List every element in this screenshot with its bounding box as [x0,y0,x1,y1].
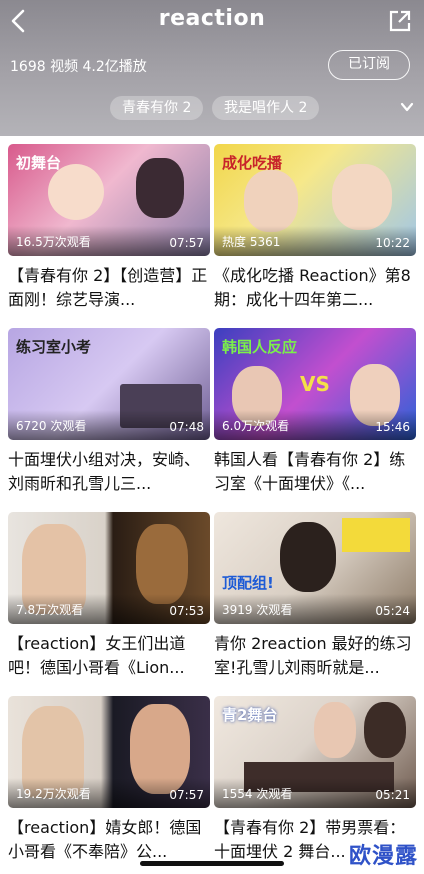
topic-stats: 1698 视频 4.2亿播放 [10,59,147,75]
topic-header: reaction 1698 视频 4.2亿播放 已订阅 青春有你 2 我是唱作人… [0,0,424,136]
chip-related-topic[interactable]: 我是唱作人 2 [212,96,320,120]
duration: 05:21 [375,788,410,802]
video-title[interactable]: 【reaction】女王们出道吧！德国小哥看《Lion... [8,632,210,680]
duration: 15:46 [375,420,410,434]
view-count: 7.8万次观看 [16,603,84,617]
view-count: 热度 5361 [222,235,281,249]
video-card[interactable]: 顶配组! 3919 次观看 05:24 青你 2reaction 最好的练习室!… [214,512,416,680]
video-card[interactable]: 7.8万次观看 07:53 【reaction】女王们出道吧！德国小哥看《Lio… [8,512,210,680]
duration: 07:48 [169,420,204,434]
view-count: 6720 次观看 [16,419,87,433]
video-card[interactable]: 初舞台 16.5万次观看 07:57 【青春有你 2】【创造营】正面刚！综艺导演… [8,144,210,312]
video-thumbnail[interactable]: 成化吃播 热度 5361 10:22 [214,144,416,256]
duration: 05:24 [375,604,410,618]
page-title: reaction [158,6,266,31]
home-indicator[interactable] [140,861,284,866]
thumbnail-caption: 韩国人反应 [222,338,298,356]
view-count: 3919 次观看 [222,603,293,617]
related-chips: 青春有你 2 我是唱作人 2 [0,96,424,120]
thumbnail-caption: 初舞台 [16,154,62,172]
thumbnail-caption: 练习室小考 [16,338,92,356]
subscribe-button[interactable]: 已订阅 [328,50,410,80]
video-thumbnail[interactable]: 顶配组! 3919 次观看 05:24 [214,512,416,624]
video-thumbnail[interactable]: 7.8万次观看 07:53 [8,512,210,624]
video-thumbnail[interactable]: 19.2万次观看 07:57 [8,696,210,808]
video-thumbnail[interactable]: VS 韩国人反应 6.0万次观看 15:46 [214,328,416,440]
video-card[interactable]: VS 韩国人反应 6.0万次观看 15:46 韩国人看【青春有你 2】练习室《十… [214,328,416,496]
watermark: 欧漫露 [348,844,418,869]
duration: 07:57 [169,236,204,250]
video-title[interactable]: 韩国人看【青春有你 2】练习室《十面埋伏》《... [214,448,416,496]
view-count: 19.2万次观看 [16,787,91,801]
thumbnail-banner [342,518,410,552]
video-title[interactable]: 十面埋伏小组对决，安崎、刘雨昕和孔雪儿三... [8,448,210,496]
view-count: 16.5万次观看 [16,235,91,249]
thumbnail-caption: 成化吃播 [222,154,283,172]
video-card[interactable]: 19.2万次观看 07:57 【reaction】婧女郎！德国小哥看《不奉陪》公… [8,696,210,864]
video-thumbnail[interactable]: 练习室小考 6720 次观看 07:48 [8,328,210,440]
video-thumbnail[interactable]: 青2舞台 1554 次观看 05:21 [214,696,416,808]
thumbnail-caption: 青2舞台 [222,706,278,724]
view-count: 6.0万次观看 [222,419,290,433]
duration: 10:22 [375,236,410,250]
video-card[interactable]: 练习室小考 6720 次观看 07:48 十面埋伏小组对决，安崎、刘雨昕和孔雪儿… [8,328,210,496]
thumbnail-caption: 顶配组! [222,574,274,592]
video-title[interactable]: 【青春有你 2】【创造营】正面刚！综艺导演... [8,264,210,312]
duration: 07:57 [169,788,204,802]
video-title[interactable]: 《成化吃播 Reaction》第8期：成化十四年第二... [214,264,416,312]
video-title[interactable]: 【reaction】婧女郎！德国小哥看《不奉陪》公... [8,816,210,864]
share-icon[interactable] [388,9,412,33]
chip-related-topic[interactable]: 青春有你 2 [110,96,204,120]
versus-mark: VS [300,372,330,396]
chevron-down-icon[interactable] [400,100,414,114]
video-title[interactable]: 青你 2reaction 最好的练习室!孔雪儿刘雨昕就是... [214,632,416,680]
view-count: 1554 次观看 [222,787,293,801]
duration: 07:53 [169,604,204,618]
video-thumbnail[interactable]: 初舞台 16.5万次观看 07:57 [8,144,210,256]
video-card[interactable]: 成化吃播 热度 5361 10:22 《成化吃播 Reaction》第8期：成化… [214,144,416,312]
